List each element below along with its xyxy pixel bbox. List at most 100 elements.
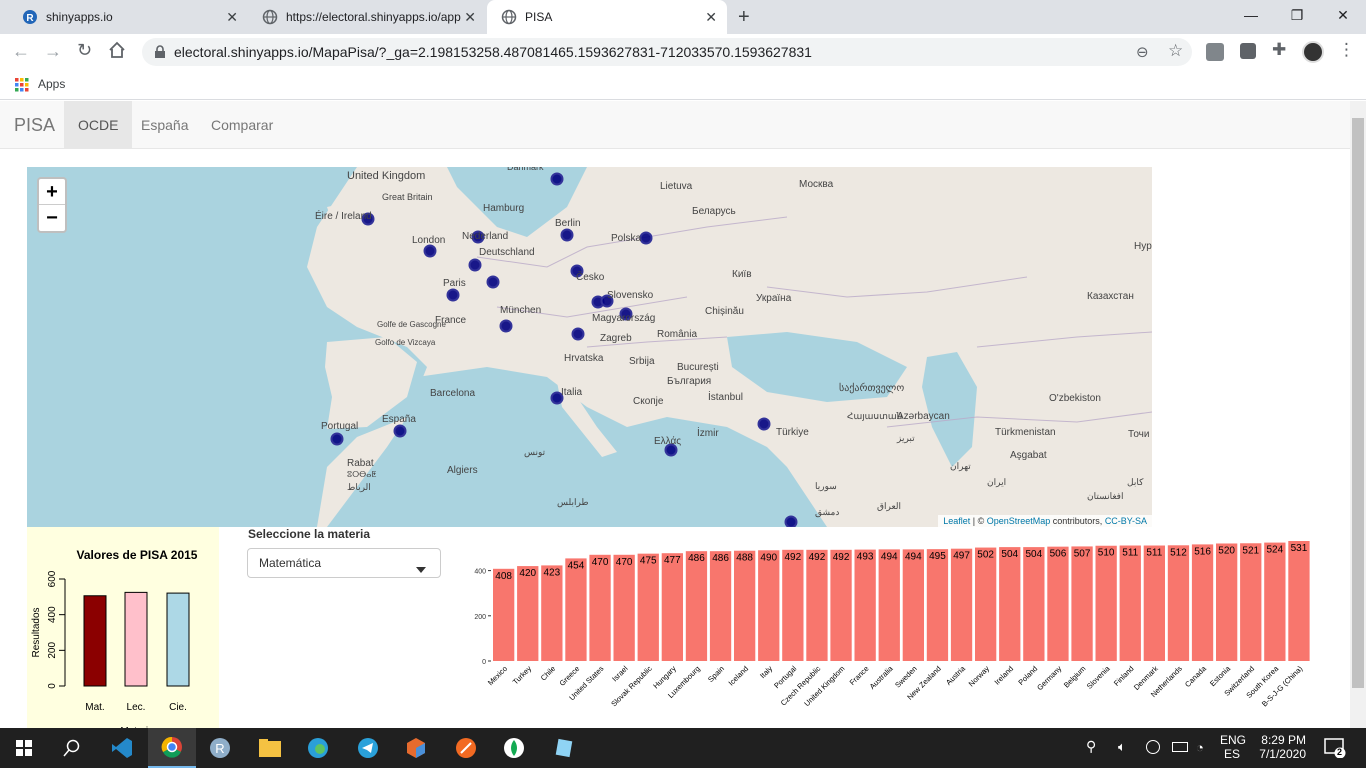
tab-pisa[interactable]: PISA ✕ bbox=[487, 0, 727, 34]
close-tab-icon[interactable]: ✕ bbox=[705, 9, 717, 26]
country-bar bbox=[685, 551, 708, 661]
svg-text:R: R bbox=[26, 13, 34, 24]
r-app-icon[interactable]: R bbox=[196, 728, 244, 768]
osm-link[interactable]: OpenStreetMap bbox=[987, 516, 1051, 526]
pen-app-icon[interactable] bbox=[442, 728, 490, 768]
leaflet-map[interactable]: United Kingdom Great Britain Éire / Irelan… bbox=[27, 167, 1152, 527]
close-tab-icon[interactable]: ✕ bbox=[464, 9, 476, 26]
zoom-icon[interactable]: ⊖ bbox=[1136, 43, 1149, 61]
volume-icon[interactable]: 🔈︎ bbox=[1118, 739, 1126, 755]
x-tick-label: Norway bbox=[967, 664, 992, 689]
mongodb-icon[interactable] bbox=[490, 728, 538, 768]
map-label: Polska bbox=[611, 233, 641, 244]
map-label: Srbija bbox=[629, 356, 655, 367]
map-label: Magyarország bbox=[592, 313, 655, 324]
country-bar bbox=[541, 565, 563, 661]
y-tick-label: 0 bbox=[47, 683, 58, 689]
country-marker bbox=[486, 275, 500, 289]
y-tick-label: 600 bbox=[47, 570, 58, 587]
nav-tab-espana[interactable]: España bbox=[127, 101, 202, 149]
data-label: 504 bbox=[1001, 549, 1018, 560]
data-label: 504 bbox=[1026, 549, 1043, 560]
edge-icon[interactable] bbox=[294, 728, 342, 768]
y-tick-label: 0 bbox=[482, 659, 486, 666]
chrome-icon[interactable] bbox=[148, 728, 196, 768]
data-label: 511 bbox=[1146, 548, 1162, 559]
back-icon[interactable]: ← bbox=[12, 41, 30, 62]
materia-select[interactable]: Matemática bbox=[247, 548, 441, 578]
map-label: Paris bbox=[443, 278, 466, 289]
map-label: افغانستان bbox=[1087, 491, 1124, 501]
map-label: Hamburg bbox=[483, 203, 524, 214]
data-label: 507 bbox=[1074, 548, 1091, 559]
zoom-out-button[interactable]: − bbox=[39, 205, 65, 231]
country-bar bbox=[975, 547, 997, 661]
tab-shinyapps[interactable]: R shinyapps.io ✕ bbox=[8, 0, 248, 34]
telegram-icon[interactable] bbox=[344, 728, 392, 768]
map-label: საქართველო bbox=[839, 382, 904, 394]
map-label: Hyp bbox=[1134, 241, 1152, 252]
battery-icon[interactable] bbox=[1172, 742, 1188, 752]
bookmark-star-icon[interactable]: ☆ bbox=[1168, 41, 1183, 61]
map-label: España bbox=[382, 414, 416, 425]
sidebar-panel: Valores de PISA 2015 0 200 400 600 Resultados… bbox=[27, 527, 219, 728]
zoom-in-button[interactable]: + bbox=[39, 179, 65, 205]
reload-icon[interactable]: ↻ bbox=[77, 40, 92, 61]
license-link[interactable]: CC-BY-SA bbox=[1105, 516, 1147, 526]
people-icon[interactable]: ⚲ bbox=[1086, 738, 1096, 755]
country-bar bbox=[902, 549, 924, 661]
data-label: 520 bbox=[1218, 545, 1235, 556]
search-icon[interactable] bbox=[48, 728, 96, 768]
forward-icon[interactable]: → bbox=[44, 41, 62, 62]
close-tab-icon[interactable]: ✕ bbox=[226, 9, 238, 26]
nav-tab-ocde[interactable]: OCDE bbox=[64, 101, 133, 149]
nav-tab-comparar[interactable]: Comparar bbox=[197, 101, 287, 149]
apps-grid-icon[interactable] bbox=[15, 78, 29, 97]
extension-icon[interactable] bbox=[1206, 43, 1224, 61]
address-bar[interactable]: electoral.shinyapps.io/MapaPisa/?_ga=2.1… bbox=[142, 38, 1192, 66]
country-marker bbox=[330, 432, 344, 446]
x-tick-label: Slovenia bbox=[1085, 663, 1112, 690]
extension-icon[interactable] bbox=[1240, 43, 1256, 59]
new-tab-button[interactable]: + bbox=[738, 6, 750, 29]
menu-kebab-icon[interactable]: ⋮ bbox=[1338, 40, 1355, 60]
vscode-icon[interactable] bbox=[98, 728, 146, 768]
wifi-icon[interactable]: ◔ bbox=[1196, 740, 1204, 755]
cube-app-icon[interactable] bbox=[392, 728, 440, 768]
country-bar bbox=[1216, 543, 1238, 661]
language-indicator[interactable]: ENG ES bbox=[1220, 733, 1246, 761]
data-label: 477 bbox=[664, 555, 681, 566]
maximize-icon[interactable]: ❐ bbox=[1274, 0, 1320, 30]
close-window-icon[interactable]: ✕ bbox=[1320, 0, 1366, 30]
data-label: 511 bbox=[1122, 548, 1138, 559]
map-label: تهران bbox=[950, 461, 971, 472]
notification-icon[interactable]: 2 bbox=[1324, 738, 1346, 763]
puzzle-icon[interactable]: ✚ bbox=[1272, 40, 1286, 60]
y-tick-label: 200 bbox=[47, 642, 58, 659]
onedrive-icon[interactable] bbox=[1146, 740, 1160, 754]
windows-start-icon[interactable] bbox=[0, 728, 48, 768]
file-explorer-icon[interactable] bbox=[246, 728, 294, 768]
x-tick-label: Spain bbox=[706, 664, 726, 684]
scrollbar-thumb[interactable] bbox=[1352, 118, 1364, 688]
country-bar bbox=[758, 550, 780, 661]
navbar-brand[interactable]: PISA bbox=[0, 101, 69, 149]
home-icon[interactable] bbox=[108, 41, 126, 64]
leaflet-link[interactable]: Leaflet bbox=[943, 516, 970, 526]
tab-title: shinyapps.io bbox=[46, 10, 113, 24]
notepad-icon[interactable] bbox=[540, 728, 588, 768]
map-label: Golfe de Gascogne bbox=[377, 320, 446, 329]
avatar[interactable] bbox=[1302, 41, 1324, 63]
bookmark-apps[interactable]: Apps bbox=[38, 77, 65, 91]
country-bar bbox=[1119, 545, 1141, 661]
select-value: Matemática bbox=[259, 556, 322, 570]
map-label: Zagreb bbox=[600, 333, 632, 344]
country-bar bbox=[854, 549, 876, 661]
map-label: تونس bbox=[524, 447, 546, 458]
tab-electoral-app[interactable]: https://electoral.shinyapps.io/app ✕ bbox=[248, 0, 486, 34]
svg-text:R: R bbox=[215, 741, 224, 756]
map-label: Türkmenistan bbox=[995, 427, 1056, 438]
minimize-icon[interactable]: — bbox=[1228, 0, 1274, 30]
clock[interactable]: 8:29 PM 7/1/2020 bbox=[1250, 733, 1306, 761]
country-marker bbox=[571, 327, 585, 341]
